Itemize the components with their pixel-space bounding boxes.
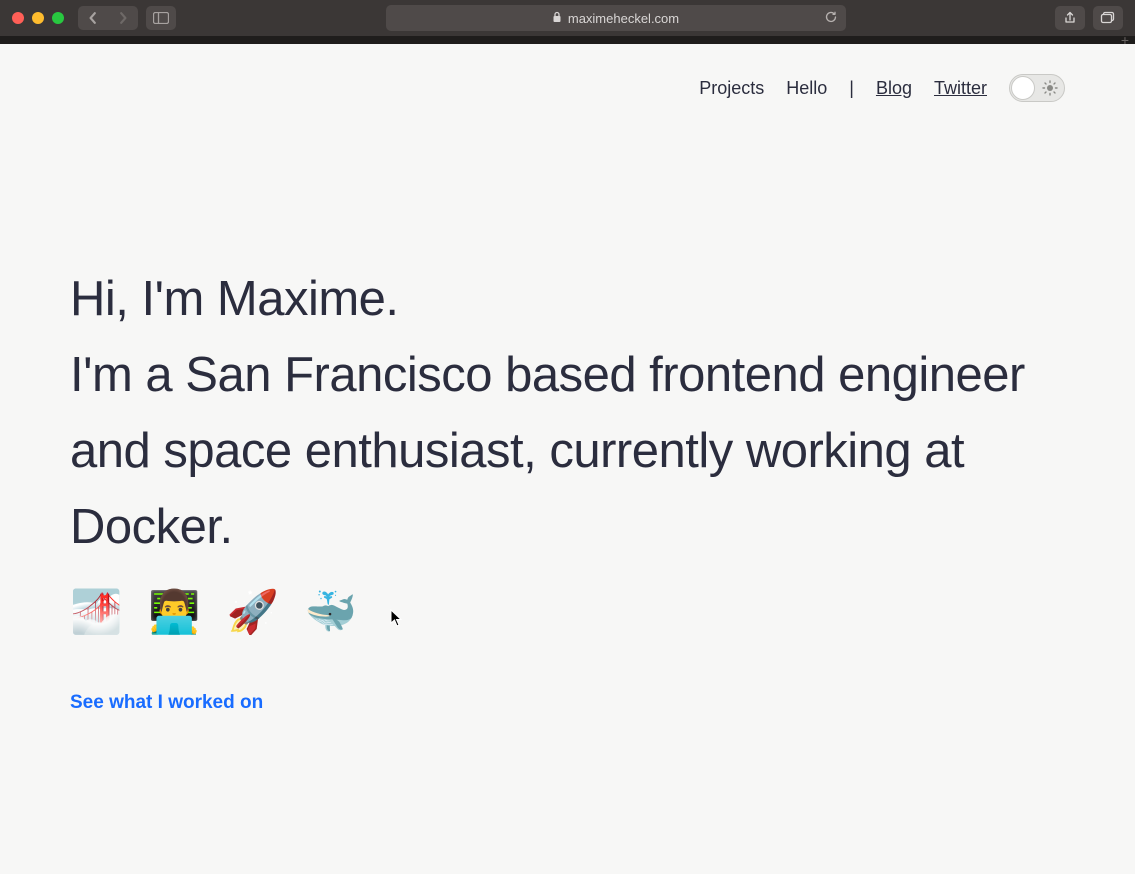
nav-hello[interactable]: Hello bbox=[786, 78, 827, 99]
nav-projects[interactable]: Projects bbox=[699, 78, 764, 99]
hero-heading: Hi, I'm Maxime. I'm a San Francisco base… bbox=[70, 262, 1030, 566]
address-bar-host: maximeheckel.com bbox=[568, 11, 679, 26]
nav-twitter[interactable]: Twitter bbox=[934, 78, 987, 99]
hero-emoji-row: 🌁 👨‍💻 🚀 🐳 bbox=[70, 588, 1030, 637]
reload-button[interactable] bbox=[824, 10, 838, 27]
bridge-icon: 🌁 bbox=[70, 588, 122, 637]
nav-blog[interactable]: Blog bbox=[876, 78, 912, 99]
address-bar[interactable]: maximeheckel.com bbox=[386, 5, 846, 31]
cursor-icon bbox=[390, 609, 404, 632]
lock-icon bbox=[552, 11, 562, 26]
share-button[interactable] bbox=[1055, 6, 1085, 30]
theme-toggle-knob bbox=[1011, 76, 1035, 100]
minimize-window-button[interactable] bbox=[32, 12, 44, 24]
window-controls bbox=[12, 12, 64, 24]
address-bar-wrap: maximeheckel.com bbox=[184, 5, 1047, 31]
nav-back-forward bbox=[78, 6, 138, 30]
browser-toolbar: maximeheckel.com bbox=[0, 0, 1135, 36]
back-button[interactable] bbox=[78, 6, 108, 30]
technologist-icon: 👨‍💻 bbox=[148, 588, 200, 637]
show-tabs-button[interactable] bbox=[1093, 6, 1123, 30]
forward-button[interactable] bbox=[108, 6, 138, 30]
rocket-icon: 🚀 bbox=[227, 588, 279, 637]
show-sidebar-button[interactable] bbox=[146, 6, 176, 30]
nav-separator: | bbox=[849, 78, 854, 99]
page-body: Projects Hello | Blog Twitter Hi, I'm Ma… bbox=[0, 44, 1135, 874]
see-work-link[interactable]: See what I worked on bbox=[70, 692, 263, 714]
tab-strip: + bbox=[0, 36, 1135, 44]
hero-line-1: Hi, I'm Maxime. bbox=[70, 272, 399, 326]
toolbar-right bbox=[1055, 6, 1123, 30]
sun-icon bbox=[1042, 80, 1058, 96]
close-window-button[interactable] bbox=[12, 12, 24, 24]
whale-icon: 🐳 bbox=[305, 588, 357, 637]
site-nav: Projects Hello | Blog Twitter bbox=[70, 44, 1065, 102]
theme-toggle[interactable] bbox=[1009, 74, 1065, 102]
hero: Hi, I'm Maxime. I'm a San Francisco base… bbox=[70, 262, 1030, 714]
zoom-window-button[interactable] bbox=[52, 12, 64, 24]
hero-line-2: I'm a San Francisco based frontend engin… bbox=[70, 348, 1025, 554]
